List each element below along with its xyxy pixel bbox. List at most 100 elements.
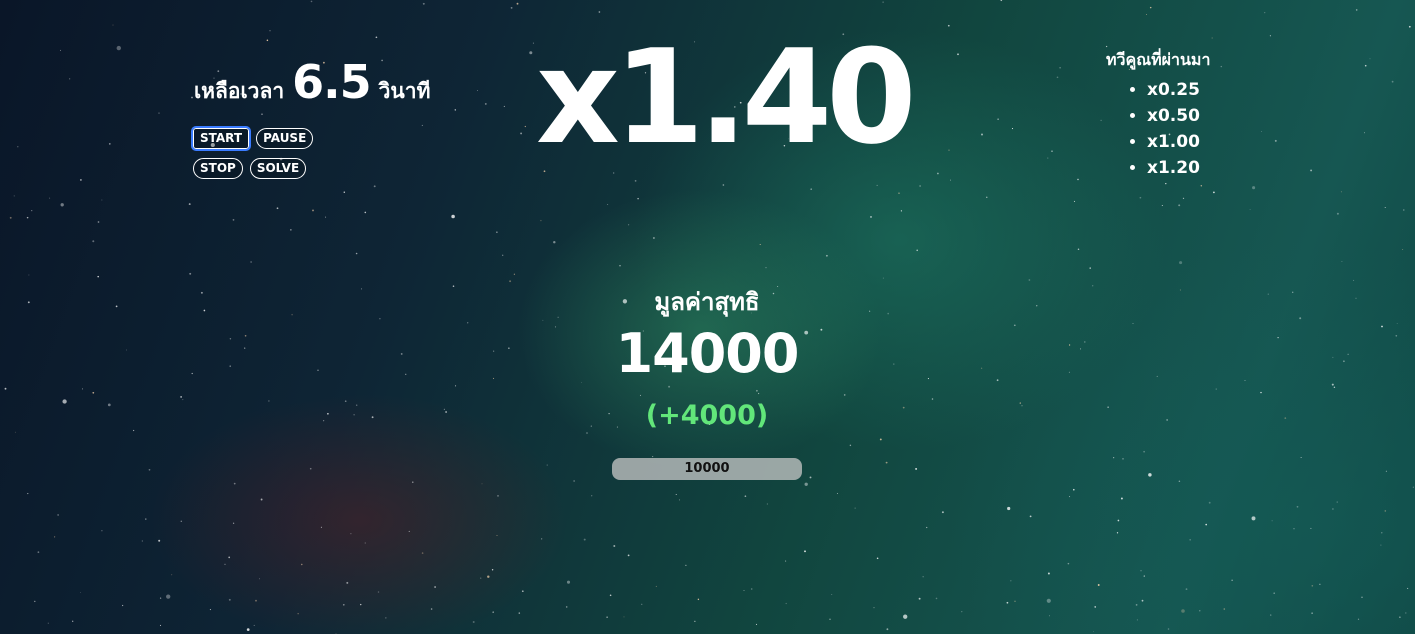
star	[675, 494, 677, 495]
star	[902, 406, 905, 409]
star	[360, 603, 362, 606]
star	[126, 349, 127, 351]
star	[785, 602, 787, 605]
star	[260, 498, 263, 501]
star	[276, 207, 279, 210]
star	[678, 499, 681, 501]
star	[554, 326, 557, 328]
star	[312, 209, 314, 212]
star	[1284, 417, 1287, 419]
star	[132, 429, 135, 432]
star	[1341, 260, 1343, 263]
star	[566, 580, 571, 584]
star	[1010, 580, 1012, 582]
star	[1028, 279, 1031, 281]
star	[108, 143, 111, 145]
star	[744, 495, 747, 498]
star	[1353, 279, 1355, 281]
star	[722, 184, 725, 186]
star	[232, 522, 235, 524]
star	[1331, 383, 1334, 386]
star	[112, 24, 114, 26]
star	[521, 590, 524, 593]
star	[849, 444, 852, 447]
star	[915, 467, 918, 470]
star	[1251, 516, 1256, 521]
start-button[interactable]: START	[190, 126, 252, 151]
star	[4, 387, 7, 390]
star	[1179, 289, 1181, 291]
star	[27, 493, 29, 495]
star	[246, 628, 250, 631]
star	[935, 597, 938, 600]
star	[467, 322, 469, 324]
star	[1146, 14, 1147, 15]
star	[1391, 80, 1394, 83]
star	[1385, 470, 1387, 472]
star	[385, 617, 387, 619]
star	[1143, 450, 1145, 453]
star	[9, 216, 12, 219]
star	[364, 211, 367, 214]
star	[565, 606, 568, 608]
star	[344, 400, 347, 403]
star	[529, 51, 533, 55]
star	[873, 607, 875, 609]
star	[317, 369, 319, 371]
star	[1007, 506, 1011, 511]
star	[1073, 200, 1076, 202]
star	[27, 301, 30, 304]
star	[1021, 405, 1023, 407]
star	[115, 305, 118, 308]
star	[1116, 532, 1119, 534]
star	[825, 254, 828, 257]
star	[1051, 150, 1053, 153]
star	[1139, 196, 1142, 199]
star	[843, 394, 846, 396]
star	[1077, 178, 1079, 181]
star	[1264, 11, 1266, 14]
star	[652, 456, 654, 458]
pause-button[interactable]: PAUSE	[256, 128, 314, 149]
star	[1166, 419, 1168, 421]
star	[919, 185, 921, 187]
net-value-label: มูลค่าสุทธิ	[654, 288, 760, 316]
star	[353, 414, 355, 416]
star	[508, 347, 510, 349]
star	[996, 379, 999, 382]
history-title: ทวีคูณที่ผ่านมา	[1106, 50, 1211, 69]
star	[947, 24, 950, 27]
star	[916, 249, 918, 252]
star	[309, 467, 312, 470]
star	[1179, 261, 1183, 265]
star	[1178, 204, 1181, 207]
star	[876, 557, 879, 560]
star	[377, 591, 380, 593]
star	[1292, 291, 1294, 293]
star	[1361, 596, 1363, 599]
star	[492, 611, 494, 613]
star	[1200, 185, 1203, 187]
star	[1182, 197, 1185, 200]
star	[191, 96, 193, 99]
star	[937, 172, 939, 175]
history-item: x1.20	[1147, 155, 1210, 181]
star	[1215, 388, 1217, 390]
star	[1014, 600, 1016, 602]
star	[1092, 285, 1094, 287]
star	[1132, 323, 1134, 324]
stop-button[interactable]: STOP	[193, 158, 243, 179]
star	[408, 530, 410, 532]
control-row-top: START PAUSE	[190, 126, 314, 151]
control-row-bottom: STOP SOLVE	[193, 158, 307, 179]
star	[1363, 132, 1366, 134]
star	[121, 604, 124, 607]
star	[1100, 119, 1102, 122]
star	[1261, 131, 1262, 133]
solve-button[interactable]: SOLVE	[249, 158, 307, 179]
star	[1117, 519, 1120, 522]
star	[1089, 267, 1091, 269]
star	[981, 133, 983, 136]
star	[1369, 58, 1371, 60]
star	[497, 495, 499, 497]
